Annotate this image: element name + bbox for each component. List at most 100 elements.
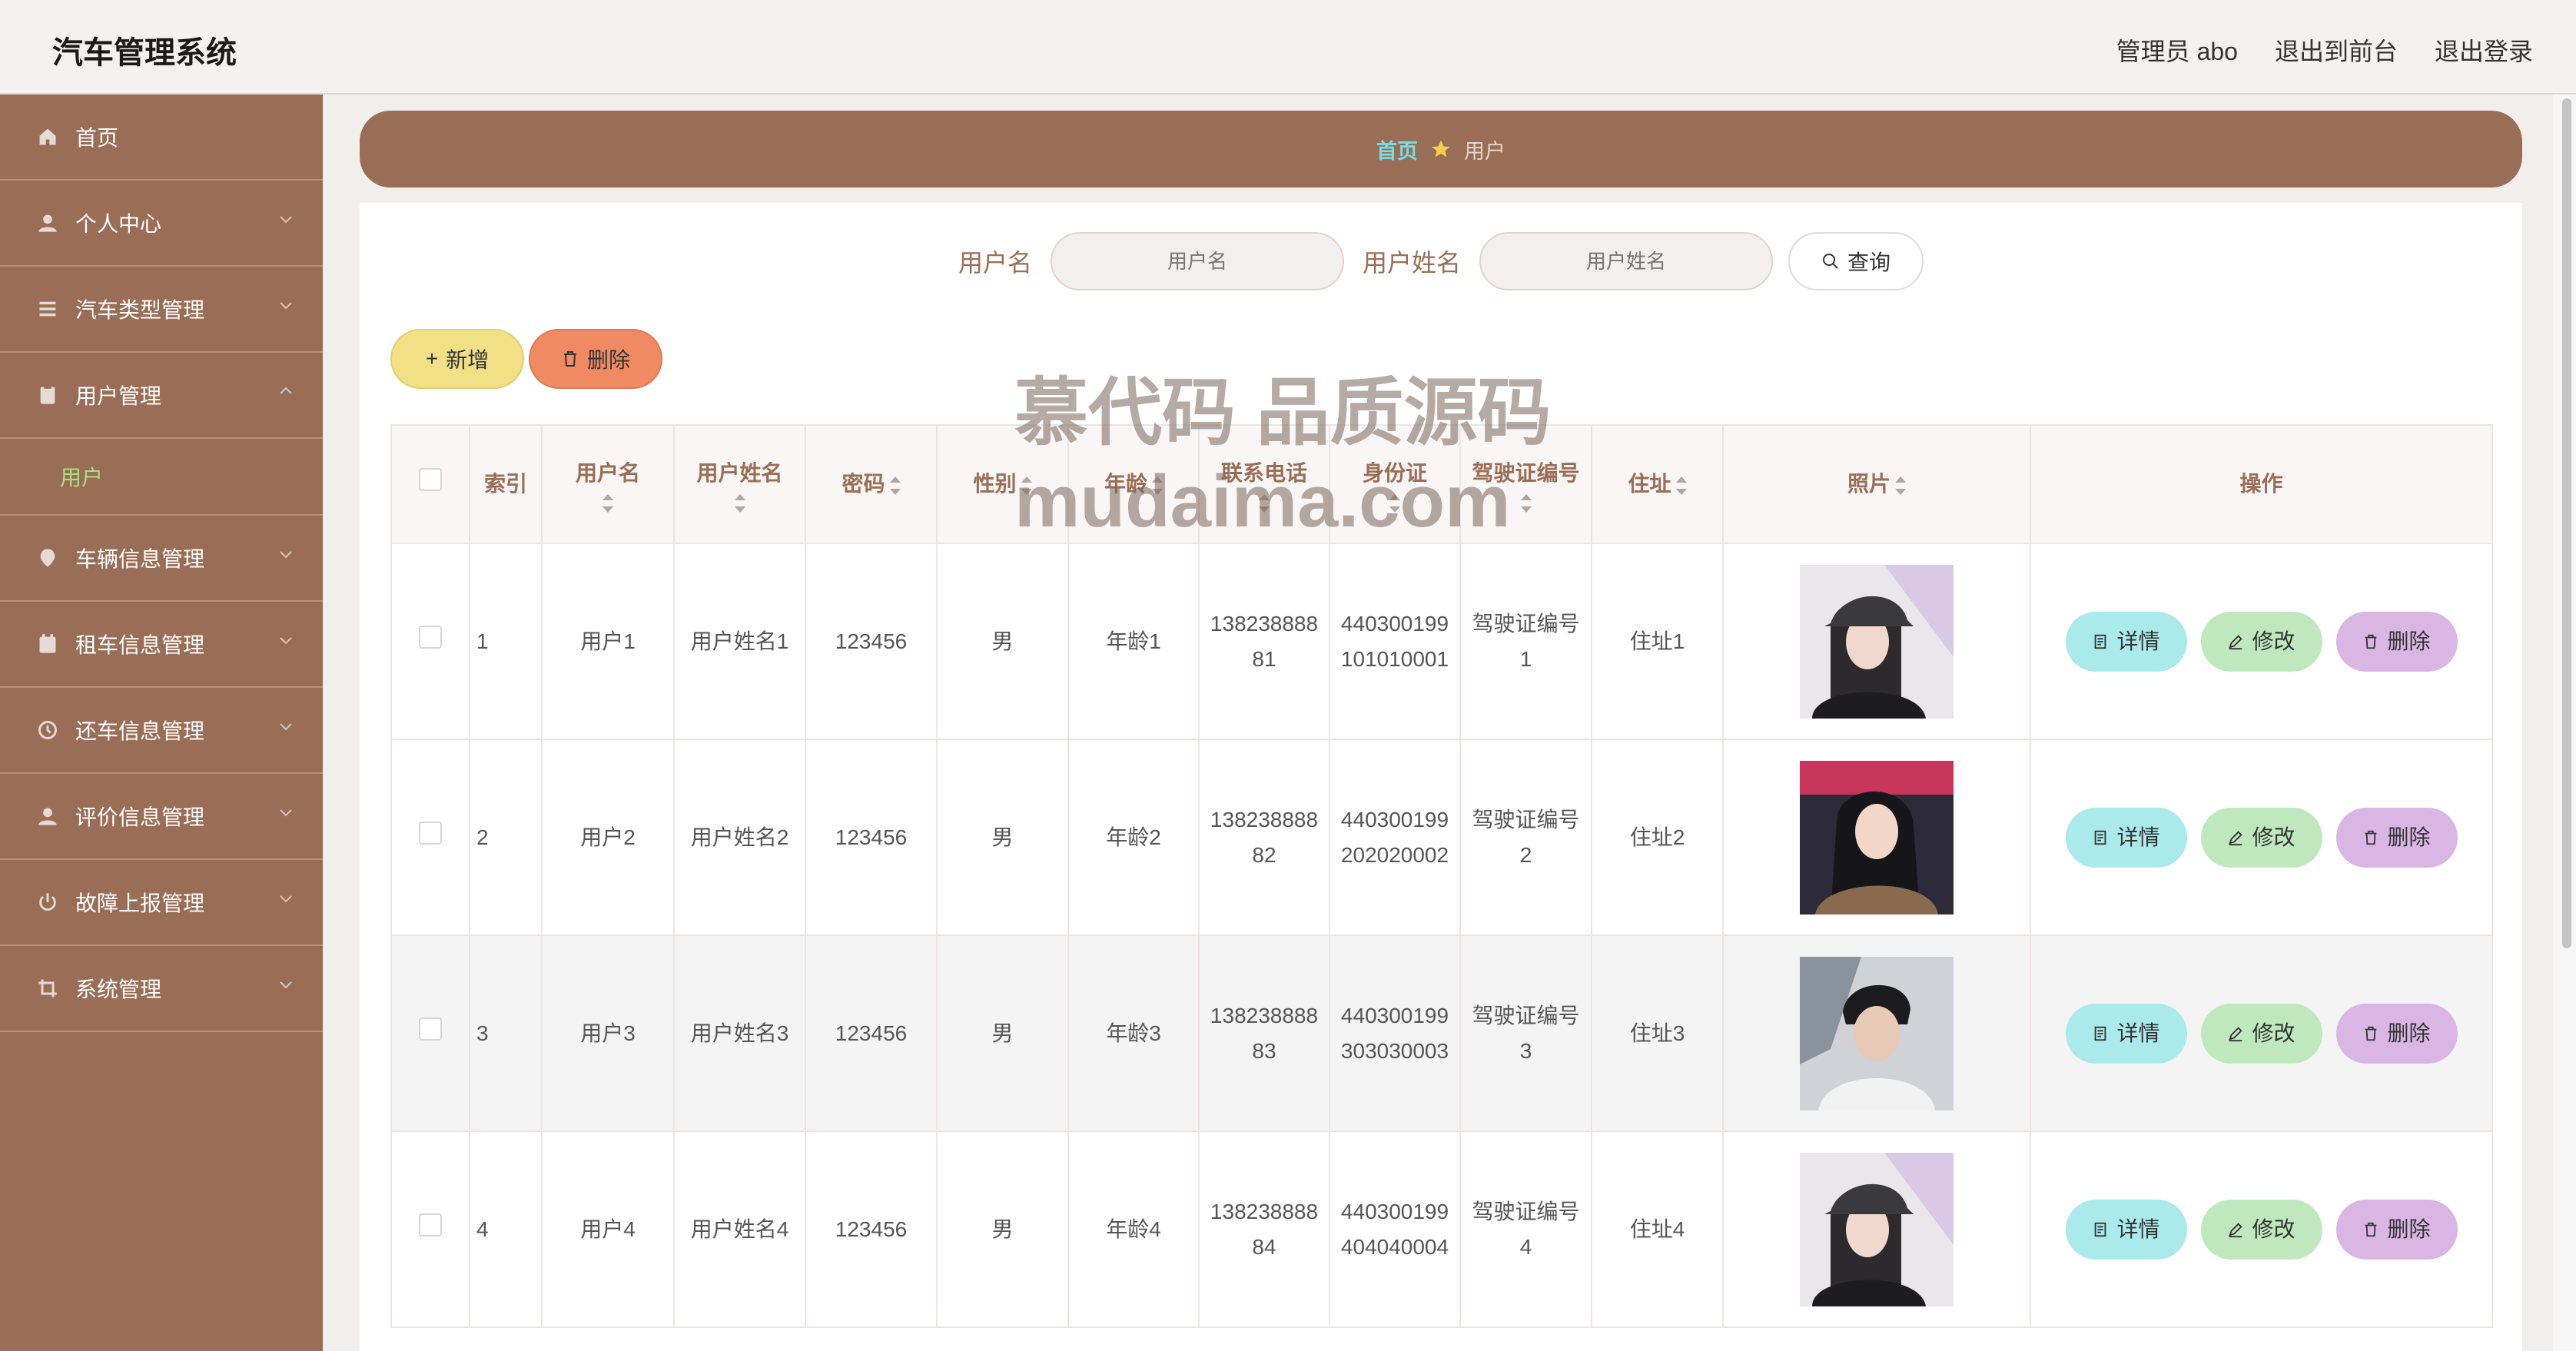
- col-header-label: 年龄: [1104, 472, 1147, 496]
- detail-button-label: 详情: [2116, 1217, 2160, 1241]
- col-header-address[interactable]: 住址: [1591, 424, 1724, 544]
- edit-button[interactable]: 修改: [2200, 1003, 2322, 1064]
- edit-icon: [2229, 634, 2243, 649]
- cell-id-card: 440300199202020002: [1329, 739, 1461, 936]
- delete-button[interactable]: 删除: [2335, 807, 2458, 868]
- user-photo: [1800, 1152, 1954, 1306]
- col-header-password[interactable]: 密码: [805, 424, 938, 544]
- edit-button-label: 修改: [2252, 1217, 2295, 1241]
- main-panel: 用户名 用户姓名 查询 + 新增 删除 索引 用户名 用户姓名 密码: [360, 203, 2522, 1351]
- row-checkbox[interactable]: [419, 1213, 442, 1236]
- col-header-phone[interactable]: 联系电话: [1198, 424, 1330, 544]
- logout-link[interactable]: 退出登录: [2435, 32, 2533, 68]
- edit-button[interactable]: 修改: [2200, 1199, 2322, 1260]
- menu-icon: [39, 301, 56, 317]
- query-button-label: 查询: [1847, 251, 1891, 274]
- cell-id-card: 440300199101010001: [1329, 543, 1461, 740]
- username-label: 用户名: [958, 249, 1032, 277]
- username-search-input[interactable]: [1051, 232, 1344, 290]
- detail-button-label: 详情: [2116, 1021, 2160, 1045]
- col-header-label: 身份证: [1362, 461, 1427, 485]
- batch-delete-button[interactable]: 删除: [529, 329, 662, 389]
- cell-fullname: 用户姓名2: [673, 739, 806, 936]
- detail-button[interactable]: 详情: [2065, 1199, 2187, 1260]
- sidebar-subitem-users[interactable]: 用户: [0, 439, 323, 516]
- document-icon: [2095, 830, 2106, 845]
- cell-password: 123456: [805, 1130, 938, 1328]
- delete-button[interactable]: 删除: [2335, 1199, 2458, 1260]
- cell-photo: [1722, 934, 2031, 1132]
- cell-username: 用户3: [541, 934, 675, 1132]
- cell-actions: 详情 修改 删除: [2030, 543, 2493, 740]
- col-header-license[interactable]: 驾驶证编号: [1459, 424, 1592, 544]
- edit-button[interactable]: 修改: [2200, 611, 2322, 672]
- detail-button[interactable]: 详情: [2065, 1003, 2187, 1064]
- sidebar-item-rental-info[interactable]: 租车信息管理: [0, 602, 323, 688]
- col-header-fullname[interactable]: 用户姓名: [673, 424, 806, 544]
- user-photo: [1800, 564, 1954, 719]
- col-header-photo[interactable]: 照片: [1722, 424, 2031, 544]
- add-button[interactable]: + 新增: [390, 329, 524, 389]
- breadcrumb-current: 用户: [1464, 139, 1505, 163]
- edit-button-label: 修改: [2252, 825, 2295, 849]
- cell-fullname: 用户姓名4: [673, 1130, 806, 1328]
- top-links: 管理员 abo 退出到前台 退出登录: [2116, 32, 2533, 68]
- cell-phone: 13823888881: [1198, 543, 1330, 740]
- back-to-frontend-link[interactable]: 退出到前台: [2275, 32, 2398, 68]
- select-all-checkbox[interactable]: [419, 468, 442, 491]
- cell-username: 用户2: [541, 739, 675, 936]
- table-row[interactable]: 3 用户3 用户姓名3 123456 男 年龄3 13823888883 440…: [390, 934, 2493, 1132]
- detail-button[interactable]: 详情: [2065, 807, 2187, 868]
- row-checkbox[interactable]: [419, 625, 442, 649]
- row-select-cell: [390, 543, 470, 740]
- batch-delete-button-label: 删除: [586, 348, 630, 372]
- row-checkbox[interactable]: [419, 821, 442, 845]
- sidebar-item-fault-report[interactable]: 故障上报管理: [0, 860, 323, 946]
- breadcrumb-home[interactable]: 首页: [1376, 134, 1418, 164]
- fullname-search-input[interactable]: [1479, 232, 1774, 290]
- scrollbar-thumb[interactable]: [2562, 98, 2571, 948]
- delete-button-label: 删除: [2387, 1021, 2431, 1045]
- table-row[interactable]: 2 用户2 用户姓名2 123456 男 年龄2 13823888882 440…: [390, 739, 2493, 936]
- delete-button[interactable]: 删除: [2335, 611, 2458, 672]
- delete-button[interactable]: 删除: [2335, 1003, 2458, 1064]
- sidebar: 首页 个人中心 汽车类型管理 用户管理 用户 车辆信息管理 租车信息管理 还车信…: [0, 95, 323, 1351]
- cell-address: 住址1: [1591, 543, 1724, 740]
- chevron-down-icon: [280, 637, 292, 645]
- search-icon: [1823, 254, 1838, 269]
- sidebar-item-vehicle-info[interactable]: 车辆信息管理: [0, 516, 323, 602]
- sidebar-item-user-management[interactable]: 用户管理: [0, 353, 323, 439]
- col-header-id-card[interactable]: 身份证: [1329, 424, 1461, 544]
- sidebar-item-system[interactable]: 系统管理: [0, 946, 323, 1032]
- table-header-row: 索引 用户名 用户姓名 密码 性别 年龄 联系电话 身份证 驾驶证编号 住址 照…: [390, 424, 2493, 544]
- sidebar-item-label: 个人中心: [75, 212, 162, 236]
- table-row[interactable]: 4 用户4 用户姓名4 123456 男 年龄4 13823888884 440…: [390, 1130, 2493, 1328]
- row-checkbox[interactable]: [419, 1017, 442, 1041]
- sidebar-item-car-type[interactable]: 汽车类型管理: [0, 267, 323, 353]
- sidebar-item-review-info[interactable]: 评价信息管理: [0, 774, 323, 860]
- cell-address: 住址2: [1591, 739, 1724, 936]
- admin-user-link[interactable]: 管理员 abo: [2116, 32, 2238, 68]
- col-header-username[interactable]: 用户名: [541, 424, 675, 544]
- table-row[interactable]: 1 用户1 用户姓名1 123456 男 年龄1 13823888881 440…: [390, 543, 2493, 740]
- query-button[interactable]: 查询: [1788, 232, 1924, 290]
- delete-button-label: 删除: [2387, 629, 2431, 653]
- select-all-cell: [390, 424, 470, 544]
- cell-photo: [1722, 543, 2031, 740]
- sidebar-item-return-info[interactable]: 还车信息管理: [0, 688, 323, 774]
- cell-phone: 13823888883: [1198, 934, 1330, 1132]
- col-header-gender[interactable]: 性别: [936, 424, 1069, 544]
- col-header-label: 用户名: [575, 461, 640, 485]
- trash-icon: [2365, 830, 2377, 845]
- chevron-up-icon: [280, 387, 292, 394]
- col-header-age[interactable]: 年龄: [1067, 424, 1200, 544]
- sidebar-item-home[interactable]: 首页: [0, 95, 323, 181]
- action-bar: + 新增 删除: [390, 329, 662, 389]
- sidebar-item-label: 系统管理: [75, 978, 162, 1001]
- sidebar-item-label: 用户管理: [75, 384, 162, 408]
- detail-button[interactable]: 详情: [2065, 611, 2187, 672]
- chevron-down-icon: [280, 216, 292, 224]
- cell-username: 用户4: [541, 1130, 675, 1328]
- edit-button[interactable]: 修改: [2200, 807, 2322, 868]
- sidebar-item-personal-center[interactable]: 个人中心: [0, 181, 323, 267]
